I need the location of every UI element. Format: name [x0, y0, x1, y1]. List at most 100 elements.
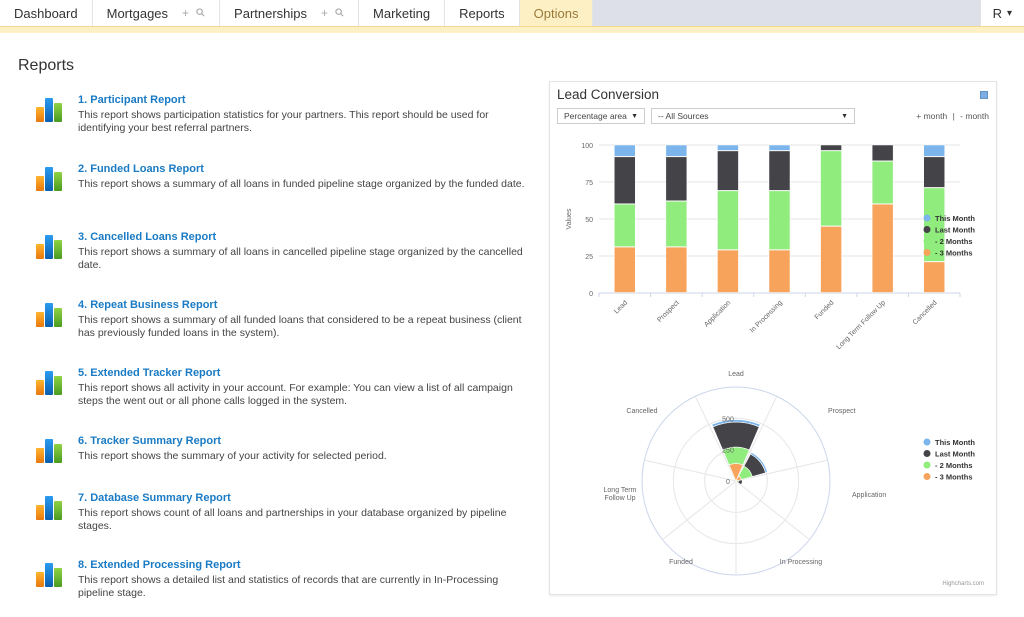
tab-dashboard[interactable]: Dashboard [0, 0, 93, 26]
legend-marker [923, 237, 931, 245]
bar-legend-item: Last Month [935, 226, 975, 235]
bar-segment [665, 200, 688, 247]
report-description: This report shows a summary of all loans… [78, 246, 523, 271]
legend-marker [923, 450, 931, 457]
bar-chart-icon [36, 496, 62, 520]
add-icon[interactable]: + [182, 6, 189, 20]
polar-legend-item: Last Month [935, 450, 975, 459]
polar-legend-item: This Month [935, 438, 975, 447]
bar-chart-icon [36, 303, 62, 327]
highcharts-credit: Highcharts.com [942, 581, 984, 587]
report-description: This report shows participation statisti… [78, 109, 489, 134]
report-description: This report shows the summary of your ac… [78, 450, 387, 462]
report-description: This report shows count of all loans and… [78, 507, 507, 532]
tab-marketing[interactable]: Marketing [359, 0, 446, 26]
bar-legend-item: - 3 Months [935, 249, 973, 258]
x-tick-label: Lead [613, 299, 629, 315]
bar-segment [717, 144, 739, 151]
report-link[interactable]: 3. Cancelled Loans Report [78, 231, 216, 243]
legend-marker [923, 461, 931, 469]
tab-label: Mortgages [106, 5, 169, 21]
nav-accent-stripe [0, 26, 1024, 33]
x-tick-label: Long Term Follow Up [835, 299, 887, 351]
report-link[interactable]: 1. Participant Report [78, 94, 186, 106]
bar-chart-icon [36, 563, 62, 587]
tab-label: Partnerships [234, 5, 308, 21]
legend-marker [923, 249, 931, 256]
tab-label: Marketing [373, 5, 431, 21]
polar-category-label: Follow Up [604, 495, 635, 502]
bar-segment [717, 190, 739, 250]
tab-label: Options [533, 5, 579, 21]
report-link[interactable]: 8. Extended Processing Report [78, 559, 241, 571]
legend-marker [923, 438, 931, 446]
search-icon[interactable] [196, 6, 205, 20]
caret-down-icon: ▾ [1006, 7, 1012, 19]
x-tick-label: Prospect [656, 299, 681, 324]
polar-category-label: Cancelled [626, 408, 657, 415]
page-title: Reports [18, 57, 75, 74]
user-initial: R [992, 5, 1002, 21]
polar-category-label: Prospect [828, 408, 856, 415]
bar-segment [820, 150, 842, 227]
polar-tick-label: 250 [722, 448, 734, 455]
bar-segment [614, 144, 636, 157]
bar-segment [665, 246, 688, 293]
report-description: This report shows a summary of all funde… [78, 314, 522, 339]
tab-tools: + [182, 6, 205, 20]
tab-label: Reports [459, 5, 505, 21]
bar-chart-icon [36, 167, 62, 191]
report-link[interactable]: 5. Extended Tracker Report [78, 367, 220, 379]
top-navigation: Dashboard Mortgages + Partnerships + Marketin… [0, 0, 1024, 26]
tab-partnerships[interactable]: Partnerships + [220, 0, 360, 26]
x-tick-label: Application [703, 299, 732, 328]
polar-legend-item: - 3 Months [935, 473, 973, 482]
polar-legend-item: - 2 Months [935, 461, 973, 470]
bar-segment [923, 156, 945, 188]
tab-tools: + [321, 6, 344, 20]
charts-canvas: 0 25 50 75 100 Values Lead Prospect Application I… [566, 143, 984, 587]
bar-legend-item: This Month [935, 214, 975, 223]
bar-segment [665, 156, 688, 201]
legend-marker [923, 226, 931, 233]
search-icon[interactable] [335, 6, 344, 20]
bar-segment [871, 203, 894, 293]
y-tick-label: 100 [581, 143, 593, 150]
user-menu[interactable]: R ▾ [979, 0, 1024, 26]
polar-category-label: Application [852, 492, 886, 499]
report-link[interactable]: 4. Repeat Business Report [78, 299, 217, 311]
bar-segment [717, 249, 739, 293]
bar-segment [665, 144, 688, 157]
tab-reports[interactable]: Reports [445, 0, 520, 26]
bar-chart-icon [36, 371, 62, 395]
bar-segment [768, 150, 791, 191]
polar-segment [737, 479, 743, 486]
bar-segment [871, 144, 894, 162]
bar-segment [614, 203, 636, 247]
polar-tick-label: 500 [722, 416, 734, 423]
y-tick-label: 0 [589, 291, 593, 298]
bar-segment [820, 144, 842, 151]
x-tick-label: Cancelled [912, 299, 939, 326]
polar-category-label: Funded [669, 559, 693, 566]
bar-segment [768, 144, 791, 151]
polar-tick-label: 0 [726, 479, 730, 486]
bar-segment [820, 226, 842, 293]
report-link[interactable]: 6. Tracker Summary Report [78, 435, 221, 447]
y-tick-label: 25 [585, 254, 593, 261]
x-tick-label: In Processing [749, 299, 784, 334]
bar-segment [614, 246, 636, 293]
tab-options[interactable]: Options [519, 0, 594, 26]
tab-label: Dashboard [14, 5, 78, 21]
report-link[interactable]: 7. Database Summary Report [78, 492, 231, 504]
bar-chart-icon [36, 98, 62, 122]
report-link[interactable]: 2. Funded Loans Report [78, 163, 204, 175]
bar-segment [717, 150, 739, 191]
tab-mortgages[interactable]: Mortgages + [92, 0, 221, 26]
add-icon[interactable]: + [321, 6, 328, 20]
bar-segment [768, 190, 791, 250]
report-description: This report shows a detailed list and st… [78, 574, 499, 599]
bar-segment [923, 261, 945, 293]
report-description: This report shows a summary of all loans… [78, 178, 525, 190]
polar-category-label: In Processing [780, 559, 823, 566]
